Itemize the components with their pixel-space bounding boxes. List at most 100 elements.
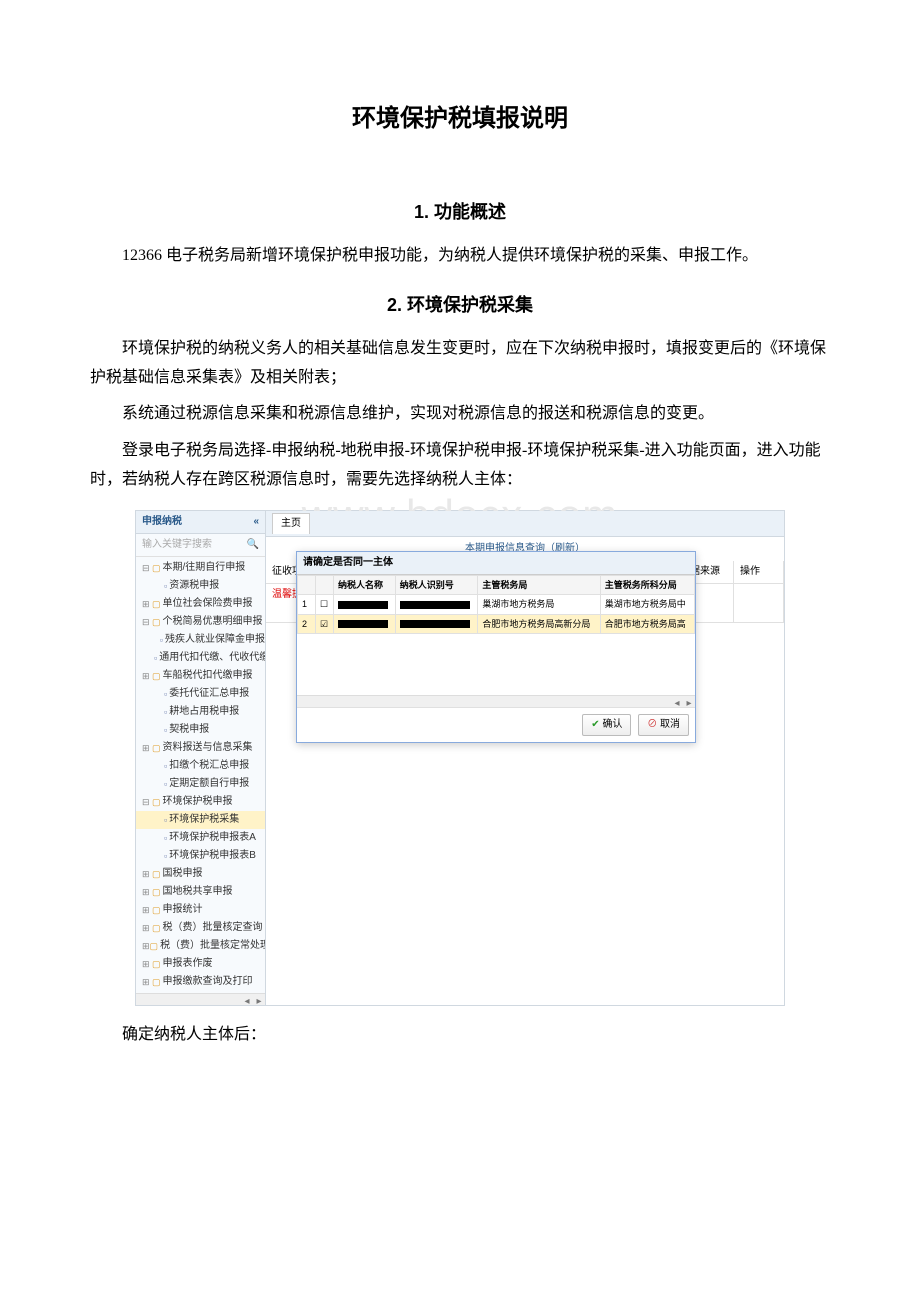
expand-icon[interactable]: ⊟ bbox=[142, 561, 152, 575]
tree-item-label: 税（费）批量核定常处理 bbox=[160, 938, 265, 954]
dialog-scrollbar[interactable]: ◂▸ bbox=[297, 695, 695, 707]
tree-item[interactable]: ⊟▢本期/往期自行申报 bbox=[136, 559, 265, 577]
tree-item-label: 国地税共享申报 bbox=[163, 884, 233, 900]
tree-item[interactable]: ⊟▢环境保护税申报 bbox=[136, 793, 265, 811]
cancel-icon: ⊘ bbox=[647, 719, 657, 730]
tree-item[interactable]: ⊞▢申报表作废 bbox=[136, 955, 265, 973]
expand-icon[interactable]: ⊞ bbox=[142, 957, 152, 971]
tree-item-label: 环境保护税申报表B bbox=[169, 848, 256, 864]
sidebar-search[interactable]: 输入关键字搜索 🔍 bbox=[136, 534, 265, 557]
tree-item[interactable]: ▫委托代征汇总申报 bbox=[136, 685, 265, 703]
select-entity-dialog: 请确定是否同一主体 纳税人名称 纳税人识别号 主管税务局 主管税务所科分局 bbox=[296, 551, 696, 743]
search-icon[interactable]: 🔍 bbox=[247, 537, 259, 553]
tree-item[interactable]: ▫资源税申报 bbox=[136, 577, 265, 595]
tree-item[interactable]: ▫耕地占用税申报 bbox=[136, 703, 265, 721]
tree-item-label: 耕地占用税申报 bbox=[169, 704, 239, 720]
tree-item[interactable]: ⊞▢资料报送与信息采集 bbox=[136, 739, 265, 757]
expand-icon[interactable]: ⊞ bbox=[142, 885, 152, 899]
row-branch: 合肥市地方税务局高 bbox=[600, 614, 694, 633]
section-2-paragraph-1: 环境保护税的纳税义务人的相关基础信息发生变更时，应在下次纳税申报时，填报变更后的… bbox=[90, 335, 830, 393]
sidebar: 申报纳税 « 输入关键字搜索 🔍 ⊟▢本期/往期自行申报▫资源税申报⊞▢单位社会… bbox=[136, 511, 266, 1005]
nav-tree: ⊟▢本期/往期自行申报▫资源税申报⊞▢单位社会保险费申报⊟▢个税简易优惠明细申报… bbox=[136, 557, 265, 993]
expand-icon[interactable]: ⊞ bbox=[142, 939, 150, 953]
expand-icon[interactable]: ⊞ bbox=[142, 597, 152, 611]
tree-item-label: 契税申报 bbox=[169, 722, 209, 738]
section-2-paragraph-4: 确定纳税人主体后： bbox=[90, 1021, 830, 1050]
document-icon: ▫ bbox=[164, 831, 167, 845]
expand-icon[interactable]: ⊟ bbox=[142, 795, 152, 809]
tree-item-label: 税（费）批量核定查询 bbox=[163, 920, 263, 936]
tree-item-label: 环境保护税申报 bbox=[163, 794, 233, 810]
section-1-heading: 1. 功能概述 bbox=[90, 198, 830, 227]
tree-item[interactable]: ⊞▢申报缴款查询及打印 bbox=[136, 973, 265, 991]
tree-item[interactable]: ⊞▢车船税代扣代缴申报 bbox=[136, 667, 265, 685]
confirm-button[interactable]: ✔ 确认 bbox=[582, 714, 631, 736]
row-bureau: 合肥市地方税务局高新分局 bbox=[478, 614, 600, 633]
expand-icon[interactable]: ⊞ bbox=[142, 921, 152, 935]
folder-icon: ▢ bbox=[152, 615, 161, 629]
folder-icon: ▢ bbox=[152, 903, 161, 917]
tree-item[interactable]: ▫扣缴个税汇总申报 bbox=[136, 757, 265, 775]
folder-icon: ▢ bbox=[152, 561, 161, 575]
tree-item[interactable]: ⊞▢单位社会保险费申报 bbox=[136, 595, 265, 613]
tree-item-label: 定期定额自行申报 bbox=[169, 776, 249, 792]
tree-item[interactable]: ▫契税申报 bbox=[136, 721, 265, 739]
tree-item-label: 委托代征汇总申报 bbox=[169, 686, 249, 702]
tree-item-label: 扣缴个税汇总申报 bbox=[169, 758, 249, 774]
tree-item-label: 资料报送与信息采集 bbox=[163, 740, 253, 756]
folder-icon: ▢ bbox=[152, 597, 161, 611]
expand-icon[interactable]: ⊞ bbox=[142, 669, 152, 683]
tree-item[interactable]: ⊞▢申报统计 bbox=[136, 901, 265, 919]
check-icon: ✔ bbox=[591, 719, 599, 730]
document-icon: ▫ bbox=[164, 579, 167, 593]
section-1-paragraph: 12366 电子税务局新增环境保护税申报功能，为纳税人提供环境保护税的采集、申报… bbox=[90, 242, 830, 271]
search-placeholder: 输入关键字搜索 bbox=[142, 537, 212, 553]
folder-icon: ▢ bbox=[152, 867, 161, 881]
tree-item[interactable]: ⊟▢个税简易优惠明细申报 bbox=[136, 613, 265, 631]
row-id bbox=[395, 595, 478, 614]
row-name bbox=[334, 595, 396, 614]
expand-icon[interactable]: ⊞ bbox=[142, 903, 152, 917]
row-name bbox=[334, 614, 396, 633]
table-row[interactable]: 2☑合肥市地方税务局高新分局合肥市地方税务局高 bbox=[298, 614, 695, 633]
tree-item-label: 申报统计 bbox=[163, 902, 203, 918]
expand-icon[interactable]: ⊞ bbox=[142, 975, 152, 989]
tab-home[interactable]: 主页 bbox=[272, 513, 310, 534]
row-id bbox=[395, 614, 478, 633]
tree-item-label: 车船税代扣代缴申报 bbox=[163, 668, 253, 684]
cancel-button[interactable]: ⊘ 取消 bbox=[638, 714, 689, 736]
tree-item[interactable]: ⊞▢税（费）批量核定查询 bbox=[136, 919, 265, 937]
row-bureau: 巢湖市地方税务局 bbox=[478, 595, 600, 614]
sidebar-title: 申报纳税 bbox=[142, 514, 182, 530]
tree-item[interactable]: ▫环境保护税申报表A bbox=[136, 829, 265, 847]
sidebar-header: 申报纳税 « bbox=[136, 511, 265, 534]
section-2-heading: 2. 环境保护税采集 bbox=[90, 291, 830, 320]
document-icon: ▫ bbox=[164, 777, 167, 791]
tree-item[interactable]: ▫环境保护税采集 bbox=[136, 811, 265, 829]
table-row[interactable]: 1☐巢湖市地方税务局巢湖市地方税务局中 bbox=[298, 595, 695, 614]
col-operation: 操作 bbox=[734, 561, 784, 583]
tree-item[interactable]: ⊞▢国地税共享申报 bbox=[136, 883, 265, 901]
entity-table: 纳税人名称 纳税人识别号 主管税务局 主管税务所科分局 1☐巢湖市地方税务局巢湖… bbox=[297, 575, 695, 634]
tree-item[interactable]: ▫定期定额自行申报 bbox=[136, 775, 265, 793]
sidebar-collapse-icon[interactable]: « bbox=[253, 514, 259, 530]
dialog-title: 请确定是否同一主体 bbox=[297, 552, 695, 575]
expand-icon[interactable]: ⊟ bbox=[142, 615, 152, 629]
tab-bar: 主页 bbox=[266, 511, 784, 537]
tree-item-label: 残疾人就业保障金申报 bbox=[165, 632, 265, 648]
tree-item[interactable]: ⊞▢税（费）批量核定常处理 bbox=[136, 937, 265, 955]
expand-icon[interactable]: ⊞ bbox=[142, 867, 152, 881]
tree-item[interactable]: ▫环境保护税申报表B bbox=[136, 847, 265, 865]
expand-icon[interactable]: ⊞ bbox=[142, 741, 152, 755]
main-area: 主页 本期申报信息查询（刷新） 征收项目 申报日期 数据来源 操作 温馨提示: … bbox=[266, 511, 784, 1005]
sidebar-scrollbar[interactable]: ◂▸ bbox=[136, 993, 265, 1005]
row-index: 1 bbox=[298, 595, 316, 614]
tree-item-label: 通用代扣代缴、代收代缴申 bbox=[159, 650, 265, 666]
tree-item[interactable]: ▫残疾人就业保障金申报 bbox=[136, 631, 265, 649]
tree-item[interactable]: ▫通用代扣代缴、代收代缴申 bbox=[136, 649, 265, 667]
document-icon: ▫ bbox=[164, 813, 167, 827]
row-checkbox[interactable]: ☑ bbox=[316, 614, 334, 633]
document-icon: ▫ bbox=[154, 651, 157, 665]
row-checkbox[interactable]: ☐ bbox=[316, 595, 334, 614]
tree-item[interactable]: ⊞▢国税申报 bbox=[136, 865, 265, 883]
